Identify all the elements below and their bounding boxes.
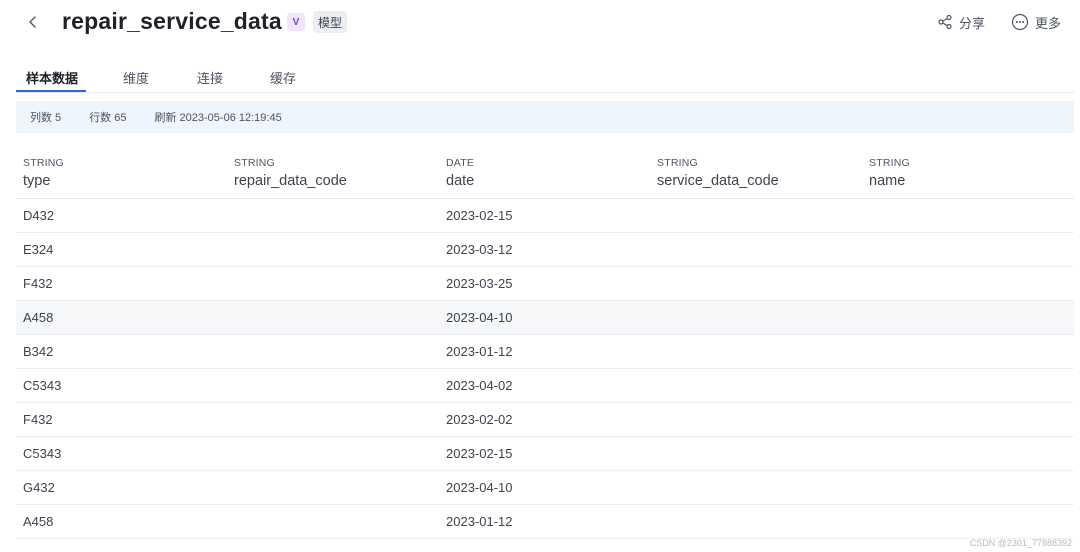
data-table: STRING type STRING repair_data_code DATE date… (16, 148, 1074, 539)
share-button[interactable]: 分享 (937, 12, 985, 32)
page-header: repair_service_data V 模型 分享 更多 (0, 0, 1080, 46)
table-cell: 2023-04-02 (446, 378, 513, 393)
table-cell: 2023-04-10 (446, 310, 513, 325)
share-label: 分享 (959, 15, 986, 31)
table-row[interactable]: D432 2023-02-15 (16, 199, 1074, 233)
table-cell: 2023-03-12 (446, 242, 513, 257)
more-circle-icon (1011, 13, 1029, 31)
column-header[interactable]: STRING service_data_code (657, 157, 779, 189)
tab-bar: 样本数据 维度 连接 缓存 (16, 64, 1074, 93)
table-cell: 2023-01-12 (446, 514, 513, 529)
table-body: D432 2023-02-15 E324 2023-03-12 F432 2023-03-… (16, 199, 1074, 539)
table-header: STRING type STRING repair_data_code DATE date… (16, 148, 1074, 199)
column-header[interactable]: STRING type (23, 157, 64, 189)
row-count: 行数 65 (89, 112, 127, 124)
column-name: repair_data_code (234, 173, 347, 189)
table-cell: 2023-01-12 (446, 344, 513, 359)
table-cell: 2023-02-15 (446, 208, 513, 223)
back-button[interactable] (22, 10, 44, 34)
column-type: STRING (869, 157, 910, 169)
table-info-bar: 列数 5 行数 65 刷新 2023-05-06 12:19:45 (16, 101, 1074, 133)
table-cell: D432 (23, 208, 55, 223)
table-cell: 2023-03-25 (446, 276, 513, 291)
table-row[interactable]: F432 2023-02-02 (16, 403, 1074, 437)
table-cell: 2023-02-02 (446, 412, 513, 427)
column-type: STRING (234, 157, 275, 169)
table-row[interactable]: E324 2023-03-12 (16, 233, 1074, 267)
model-tag: 模型 (313, 11, 348, 33)
table-row[interactable]: A458 2023-04-10 (16, 301, 1074, 335)
column-name: name (869, 173, 906, 189)
page-title: repair_service_data (62, 8, 282, 34)
column-header[interactable]: DATE date (446, 157, 474, 189)
tab-sample-data[interactable]: 样本数据 (26, 68, 78, 87)
watermark: CSDN @2301_77888392 (969, 538, 1072, 548)
share-icon (938, 14, 952, 30)
more-label: 更多 (1035, 15, 1062, 31)
table-cell: A458 (23, 310, 54, 325)
table-row[interactable]: C5343 2023-04-02 (16, 369, 1074, 403)
table-cell: E324 (23, 242, 54, 257)
table-cell: C5343 (23, 446, 62, 461)
table-row[interactable]: G432 2023-04-10 (16, 471, 1074, 505)
table-row[interactable]: C5343 2023-02-15 (16, 437, 1074, 471)
column-name: service_data_code (657, 173, 779, 189)
table-row[interactable]: A458 2023-01-12 (16, 505, 1074, 539)
tab-dimensions[interactable]: 维度 (123, 68, 149, 87)
column-name: type (23, 173, 51, 189)
column-count: 列数 5 (30, 112, 62, 124)
tab-cache[interactable]: 缓存 (270, 68, 296, 87)
column-name: date (446, 173, 475, 189)
column-type: STRING (23, 157, 64, 169)
column-header[interactable]: STRING repair_data_code (234, 157, 347, 189)
more-button[interactable]: 更多 (1011, 12, 1061, 32)
table-cell: B342 (23, 344, 54, 359)
table-row[interactable]: F432 2023-03-25 (16, 267, 1074, 301)
column-header[interactable]: STRING name (869, 157, 910, 189)
column-type: DATE (446, 157, 475, 169)
table-cell: G432 (23, 480, 55, 495)
version-badge: V (287, 13, 305, 31)
table-cell: C5343 (23, 378, 62, 393)
table-cell: A458 (23, 514, 54, 529)
refresh-time: 刷新 2023-05-06 12:19:45 (154, 112, 282, 124)
table-row[interactable]: B342 2023-01-12 (16, 335, 1074, 369)
active-tab-indicator (16, 90, 86, 92)
table-cell: F432 (23, 412, 53, 427)
table-cell: 2023-04-10 (446, 480, 513, 495)
tab-connections[interactable]: 连接 (197, 68, 223, 87)
table-cell: F432 (23, 276, 53, 291)
chevron-left-icon (29, 16, 36, 28)
table-cell: 2023-02-15 (446, 446, 513, 461)
column-type: STRING (657, 157, 698, 169)
